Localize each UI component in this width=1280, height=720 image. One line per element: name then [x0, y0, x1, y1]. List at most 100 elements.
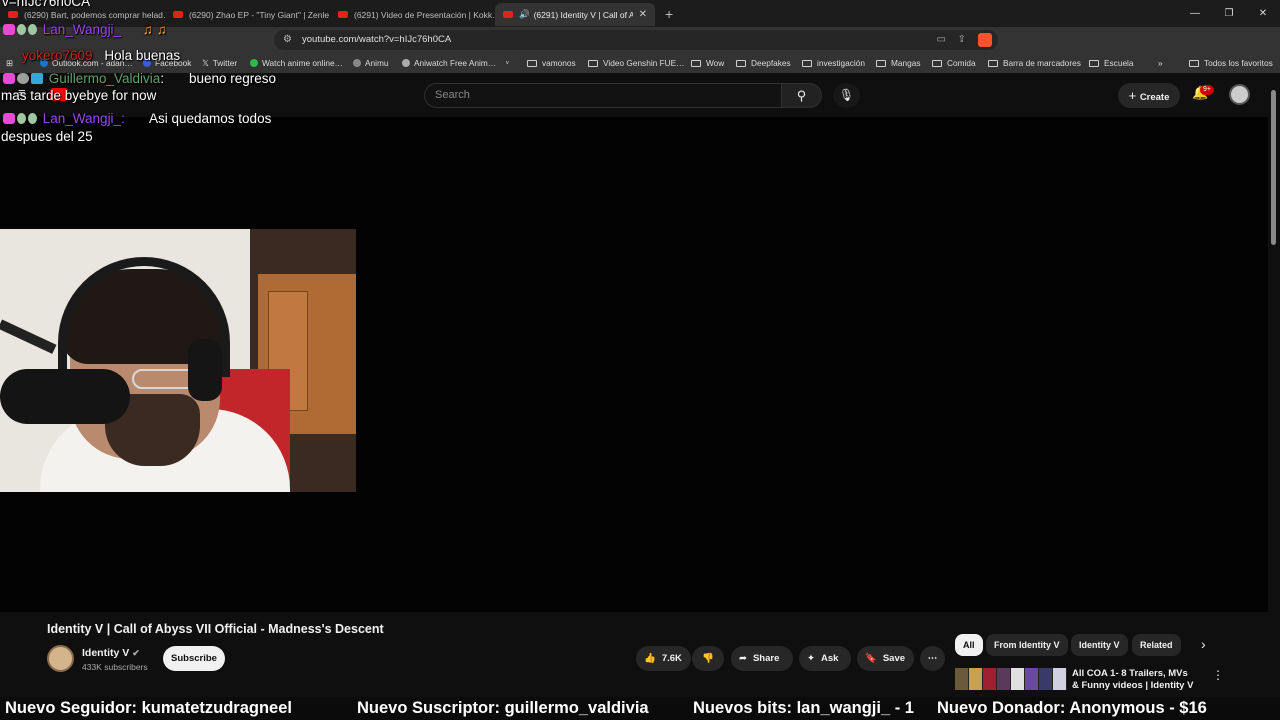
verified-check-icon: ✔: [132, 648, 140, 658]
channel-subscribers: 433K subscribers: [82, 662, 148, 672]
alert-donation: Nuevo Donador: Anonymous - $16: [937, 699, 1207, 717]
subscribe-button[interactable]: Subscribe: [163, 646, 225, 671]
alert-bits: Nuevos bits: lan_wangji_ - 1: [693, 699, 914, 717]
window-controls: — ❐ ✕: [1178, 0, 1280, 27]
more-actions-button[interactable]: ⋯: [920, 646, 945, 671]
tab-close-icon[interactable]: ✕: [639, 9, 647, 20]
dislike-button[interactable]: 👎: [692, 646, 724, 671]
bookmark-comida[interactable]: Comida: [932, 53, 976, 73]
folder-icon: [1189, 60, 1199, 67]
folder-icon: [802, 60, 812, 67]
browser-tab-3[interactable]: (6291) Video de Presentación | Kokk…: [330, 3, 495, 26]
folder-icon: [1089, 60, 1099, 67]
alert-follower: Nuevo Seguidor: kumatetzudragneel: [5, 699, 292, 717]
folder-icon: [736, 60, 746, 67]
bookmark-deepfakes[interactable]: Deepfakes: [736, 53, 791, 73]
heart-badge-icon: [3, 73, 15, 84]
tab-label: (6290) Bart, podemos comprar helad…: [24, 9, 165, 20]
verified-badge-icon: [17, 73, 29, 84]
chat-username: Guillermo_Valdivia: [48, 71, 161, 86]
webcam-mic-arm: [0, 319, 57, 354]
chip-identity-v[interactable]: Identity V: [1071, 634, 1128, 656]
bookmark-investigacion[interactable]: investigación: [802, 53, 865, 73]
more-bookmarks-icon[interactable]: »: [1158, 53, 1163, 73]
search-placeholder: Search: [435, 89, 470, 101]
site-info-icon[interactable]: ⚙: [283, 30, 292, 50]
tab-label: (6291) Identity V | Call of Aby…: [533, 9, 633, 20]
bookmark-animu[interactable]: Animu: [353, 53, 389, 73]
folder-icon: [588, 60, 598, 67]
like-button[interactable]: 👍 7.6K: [636, 646, 691, 671]
chip-related[interactable]: Related: [1132, 634, 1181, 656]
save-button[interactable]: 🔖 Save: [857, 646, 914, 671]
chat-message: Lan_Wangji_:: [3, 110, 125, 127]
youtube-favicon-icon: [173, 11, 183, 18]
prime-badge-icon: [31, 73, 43, 84]
channel-avatar[interactable]: [47, 645, 74, 672]
stars-icon[interactable]: ᵛ: [506, 53, 509, 73]
thumbs-up-icon: 👍: [644, 653, 656, 664]
folder-icon: [932, 60, 942, 67]
chat-message: Lan_Wangji_ ♫ ♫: [3, 21, 167, 38]
folder-icon: [988, 60, 998, 67]
ask-button[interactable]: ✦ Ask: [799, 646, 851, 671]
voice-search-button[interactable]: 🎙: [833, 83, 860, 108]
bookmark-vamonos[interactable]: vamonos: [527, 53, 576, 73]
globe-icon: [353, 59, 361, 67]
address-bar-row: ↻ ⌂ ☐ ⚙ youtube.com/watch?v=hIJc76h0CA ▭…: [0, 27, 1280, 73]
chip-from-identity-v[interactable]: From Identity V: [986, 634, 1068, 656]
shield-icon: [250, 59, 258, 67]
drop-badge-icon: [17, 24, 26, 35]
bookmark-barra[interactable]: Barra de marcadores: [988, 53, 1081, 73]
new-tab-button[interactable]: +: [665, 6, 673, 22]
chat-message: Guillermo_Valdivia:: [3, 70, 164, 87]
music-emote-icon: ♫ ♫: [142, 22, 167, 37]
thumbs-down-icon: 👎: [702, 653, 714, 664]
bookmark-escuela[interactable]: Escuela: [1089, 53, 1134, 73]
heart-badge-icon: [3, 113, 15, 124]
chat-text-line2: mas tarde byebye for now: [1, 88, 157, 103]
channel-name[interactable]: Identity V ✔: [82, 647, 140, 659]
page-scrollbar[interactable]: [1271, 90, 1276, 245]
close-window-button[interactable]: ✕: [1246, 0, 1280, 27]
share-icon[interactable]: ⇪: [958, 30, 966, 50]
streamer-webcam: [0, 229, 356, 492]
minimize-button[interactable]: —: [1178, 0, 1212, 27]
account-avatar[interactable]: [1229, 84, 1250, 105]
youtube-favicon-icon: [503, 11, 513, 18]
browser-tab-bar: (6290) Bart, podemos comprar helad… (629…: [0, 0, 1280, 27]
bookmark-wow[interactable]: Wow: [691, 53, 724, 73]
brave-shield-icon[interactable]: [978, 33, 992, 47]
restore-button[interactable]: ❐: [1212, 0, 1246, 27]
screen: (6290) Bart, podemos comprar helad… (629…: [0, 0, 1280, 720]
recommended-title[interactable]: All COA 1- 8 Trailers, MVs & Funny video…: [1072, 668, 1197, 690]
folder-icon: [691, 60, 701, 67]
bookmark-mangas[interactable]: Mangas: [876, 53, 921, 73]
chat-text-line2: despues del 25: [1, 129, 93, 144]
search-input[interactable]: Search: [424, 83, 782, 108]
chat-text: Hola buenas: [104, 48, 181, 63]
chat-text-line1: bueno regreso: [189, 71, 277, 86]
bookmark-todos[interactable]: Todos los favoritos: [1189, 53, 1273, 73]
chat-username: yokero7609: [22, 48, 93, 63]
url-bar[interactable]: ⚙ youtube.com/watch?v=hIJc76h0CA ▭ ⇪: [274, 30, 998, 50]
bookmark-aniwatch[interactable]: Aniwatch Free Anim…: [402, 53, 496, 73]
mic-icon: 🎙: [838, 88, 855, 102]
cast-icon[interactable]: ▭: [937, 30, 946, 50]
create-button[interactable]: + Create: [1118, 83, 1180, 108]
recommended-thumbnail[interactable]: [955, 668, 1067, 690]
drop-badge-icon: [28, 113, 37, 124]
more-vert-icon[interactable]: ⋮: [1212, 668, 1224, 682]
notification-badge: 9+: [1200, 85, 1214, 95]
share-button[interactable]: ➦ Share: [731, 646, 793, 671]
share-arrow-icon: ➦: [739, 653, 747, 664]
chat-text-line1: Asi quedamos todos: [149, 111, 272, 126]
bookmark-video-genshin[interactable]: Video Genshin FUE…: [588, 53, 684, 73]
browser-tab-4-active[interactable]: 🔊 (6291) Identity V | Call of Aby… ✕: [495, 3, 655, 26]
search-button[interactable]: ⚲: [782, 83, 822, 108]
chevron-right-icon[interactable]: ›: [1201, 636, 1206, 652]
browser-tab-2[interactable]: (6290) Zhao EP - "Tiny Giant" | Zenle…: [165, 3, 330, 26]
youtube-favicon-icon: [338, 11, 348, 18]
chip-all[interactable]: All: [955, 634, 983, 656]
search-icon: ⚲: [796, 88, 807, 103]
